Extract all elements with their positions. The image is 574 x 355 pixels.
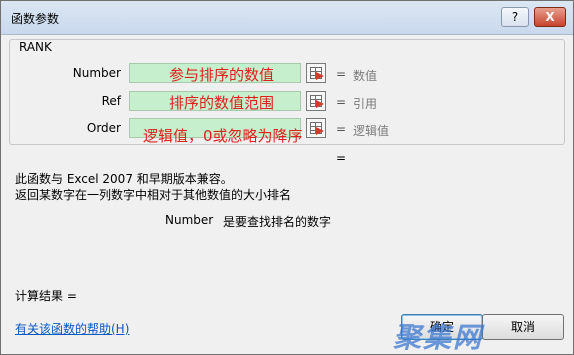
order-result: 逻辑值 [353, 124, 390, 138]
number-equals: = [336, 67, 347, 81]
close-button[interactable]: X [534, 7, 566, 27]
param-help-name: Number [165, 213, 214, 227]
param-help-text: 是要查找排名的数字 [223, 215, 332, 229]
ref-result: 引用 [353, 97, 378, 111]
function-help-link[interactable]: 有关该函数的帮助(H) [15, 320, 129, 337]
order-note: 逻辑值，0或忽略为降序 [143, 127, 303, 145]
number-range-select-button[interactable] [306, 63, 326, 83]
title-bar[interactable]: 函数参数 ? X [1, 1, 573, 35]
order-label: Order [86, 121, 121, 135]
calculation-result: 计算结果 = [15, 289, 77, 303]
ref-equals: = [336, 95, 347, 109]
number-label: Number [72, 66, 121, 80]
order-range-select-button[interactable] [306, 118, 326, 138]
ref-label: Ref [101, 94, 121, 108]
ok-button[interactable]: 确定 [401, 314, 483, 340]
ref-note: 排序的数值范围 [169, 94, 275, 112]
compatibility-note: 此函数与 Excel 2007 和早期版本兼容。 [15, 172, 233, 186]
function-arguments-dialog: 函数参数 ? X RANK Number 参与排序的数值 = 数值 Ref 排序… [0, 0, 574, 355]
order-equals: = [336, 122, 347, 136]
window-title: 函数参数 [11, 12, 60, 26]
help-button[interactable]: ? [501, 7, 529, 27]
number-note: 参与排序的数值 [169, 66, 275, 84]
function-result-equals: = [336, 151, 347, 165]
function-name: RANK [19, 40, 52, 54]
ref-range-select-button[interactable] [306, 91, 326, 111]
function-description: 返回某数字在一列数字中相对于其他数值的大小排名 [15, 188, 292, 202]
cancel-button[interactable]: 取消 [482, 314, 564, 340]
number-result: 数值 [353, 69, 378, 83]
